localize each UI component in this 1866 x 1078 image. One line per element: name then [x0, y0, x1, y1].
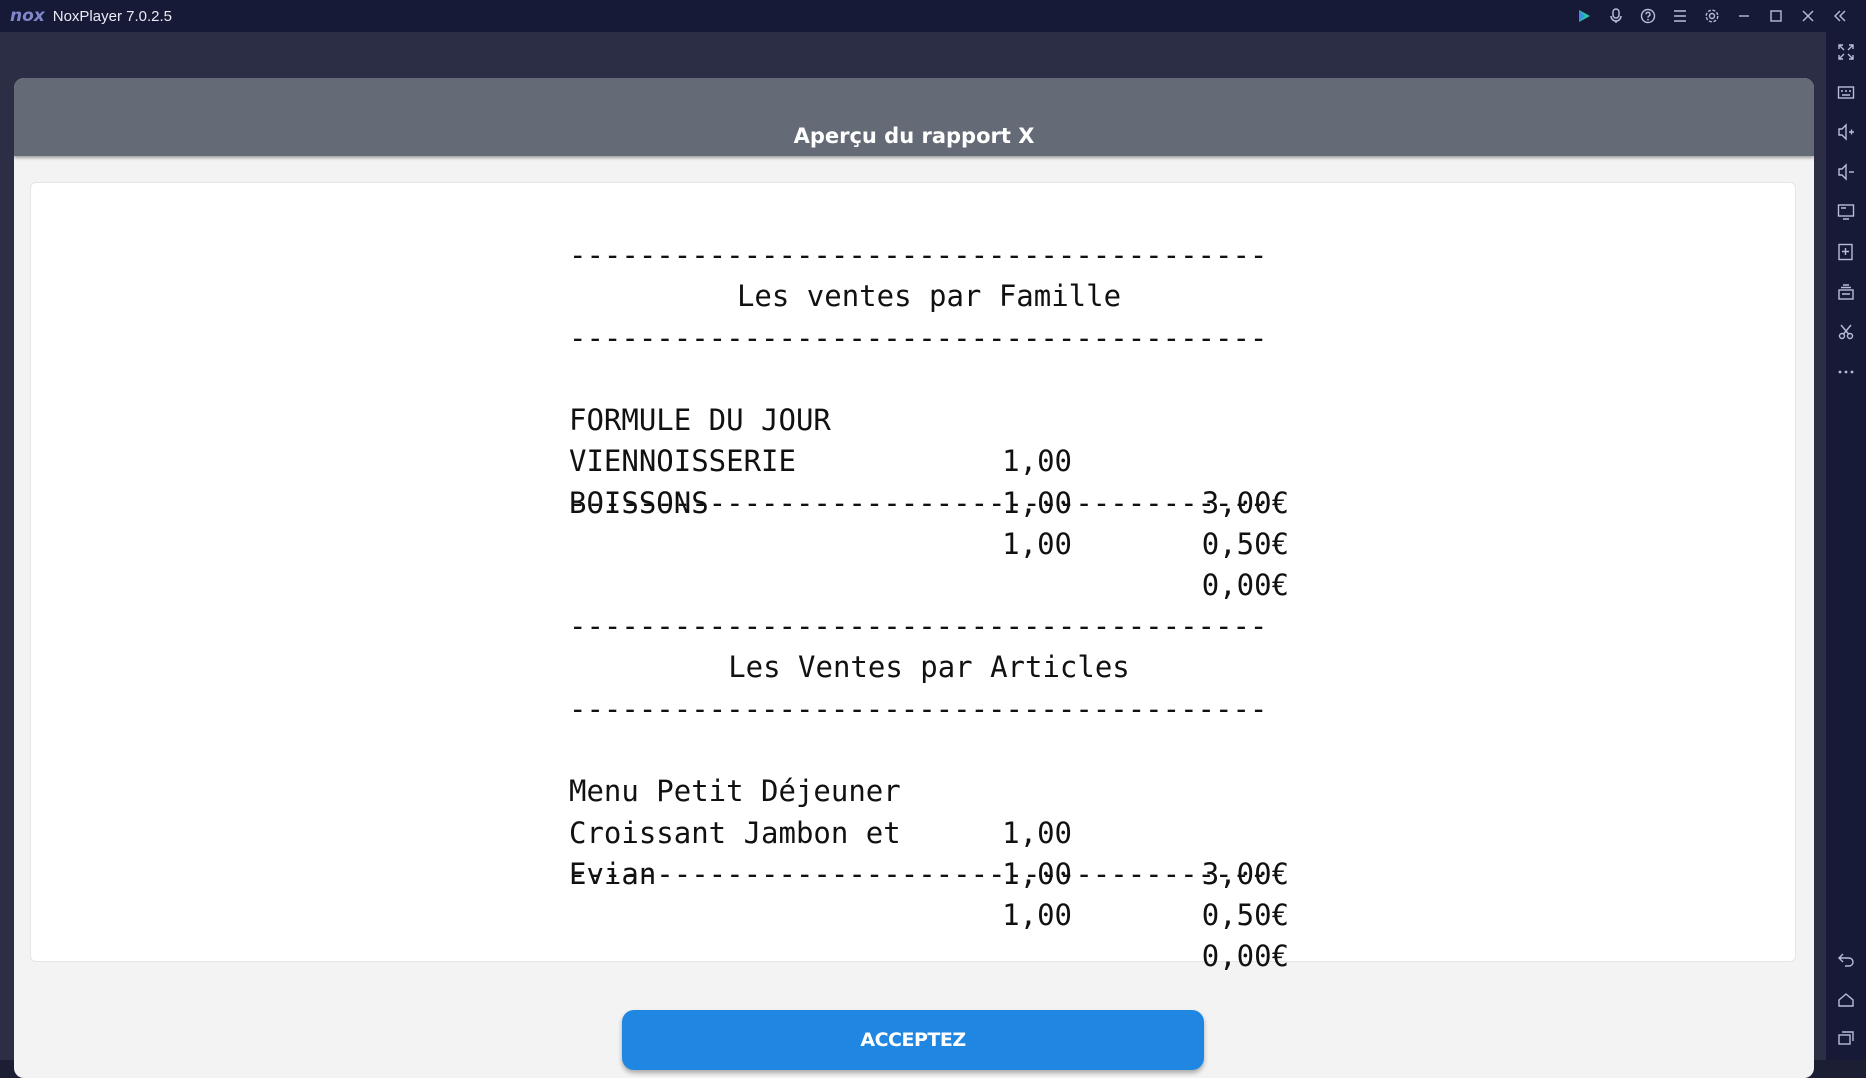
section-title-articles: Les Ventes par Articles: [728, 650, 1130, 685]
screen-icon[interactable]: [1826, 192, 1866, 232]
keyboard-icon[interactable]: [1826, 72, 1866, 112]
row-amount: 0,00€: [1201, 568, 1289, 603]
emulator-screen: Aperçu du rapport X --------------------…: [0, 32, 1826, 1078]
fullscreen-icon[interactable]: [1826, 32, 1866, 72]
more-icon[interactable]: [1826, 352, 1866, 392]
minimize-icon[interactable]: [1728, 0, 1760, 32]
report-row: Evian 1,00 0,00€: [569, 813, 1289, 974]
home-icon[interactable]: [1826, 980, 1866, 1020]
separator-line: ----------------------------------------: [569, 238, 1268, 272]
separator-line: ----------------------------------------: [569, 485, 1268, 520]
microphone-icon[interactable]: [1600, 0, 1632, 32]
screenshot-icon[interactable]: [1826, 312, 1866, 352]
back-icon[interactable]: [1826, 940, 1866, 980]
play-icon[interactable]: [1568, 0, 1600, 32]
row-amount: 0,50€: [1201, 527, 1289, 562]
report-row: FORMULE DU JOUR 1,00 3,00€: [569, 359, 1289, 520]
close-icon[interactable]: [1792, 0, 1824, 32]
accept-button[interactable]: ACCEPTEZ: [622, 1010, 1204, 1070]
page-title: Aperçu du rapport X: [793, 124, 1035, 148]
separator-line: ----------------------------------------: [569, 691, 1268, 726]
report-row: BOISSONS 1,00 0,00€: [569, 441, 1289, 603]
nox-logo: nox: [10, 6, 45, 26]
app-header: Aperçu du rapport X: [14, 78, 1814, 156]
volume-down-icon[interactable]: [1826, 152, 1866, 192]
recent-apps-icon[interactable]: [1826, 1018, 1866, 1058]
report-row: Croissant Jambon et 1,00 0,50€: [569, 771, 1289, 933]
window-controls: [1568, 0, 1856, 32]
row-qty: 1,00: [1002, 527, 1072, 562]
menu-icon[interactable]: [1664, 0, 1696, 32]
emulator-sidebar: [1826, 32, 1866, 1060]
report-row: Menu Petit Déjeuner 1,00 3,00€: [569, 730, 1289, 891]
maximize-icon[interactable]: [1760, 0, 1792, 32]
app-window: Aperçu du rapport X --------------------…: [14, 78, 1814, 1078]
window-titlebar: nox NoxPlayer 7.0.2.5: [0, 0, 1866, 32]
separator-line: ----------------------------------------: [569, 856, 1268, 891]
multi-instance-icon[interactable]: [1826, 272, 1866, 312]
report-receipt: ----------------------------------------…: [569, 235, 1289, 974]
report-row: VIENNOISSERIE 1,00 0,50€: [569, 400, 1289, 561]
separator-line: ----------------------------------------: [569, 320, 1268, 355]
row-qty: 1,00: [1002, 898, 1072, 933]
settings-icon[interactable]: [1696, 0, 1728, 32]
collapse-sidebar-icon[interactable]: [1824, 0, 1856, 32]
row-amount: 0,00€: [1201, 939, 1289, 974]
report-preview-card: ----------------------------------------…: [30, 182, 1796, 974]
add-apk-icon[interactable]: [1826, 232, 1866, 272]
section-title-famille: Les ventes par Famille: [736, 279, 1122, 314]
window-title: NoxPlayer 7.0.2.5: [52, 7, 172, 25]
separator-line: ----------------------------------------: [569, 609, 1268, 644]
help-icon[interactable]: [1632, 0, 1664, 32]
volume-up-icon[interactable]: [1826, 112, 1866, 152]
row-amount: 0,50€: [1201, 898, 1289, 933]
